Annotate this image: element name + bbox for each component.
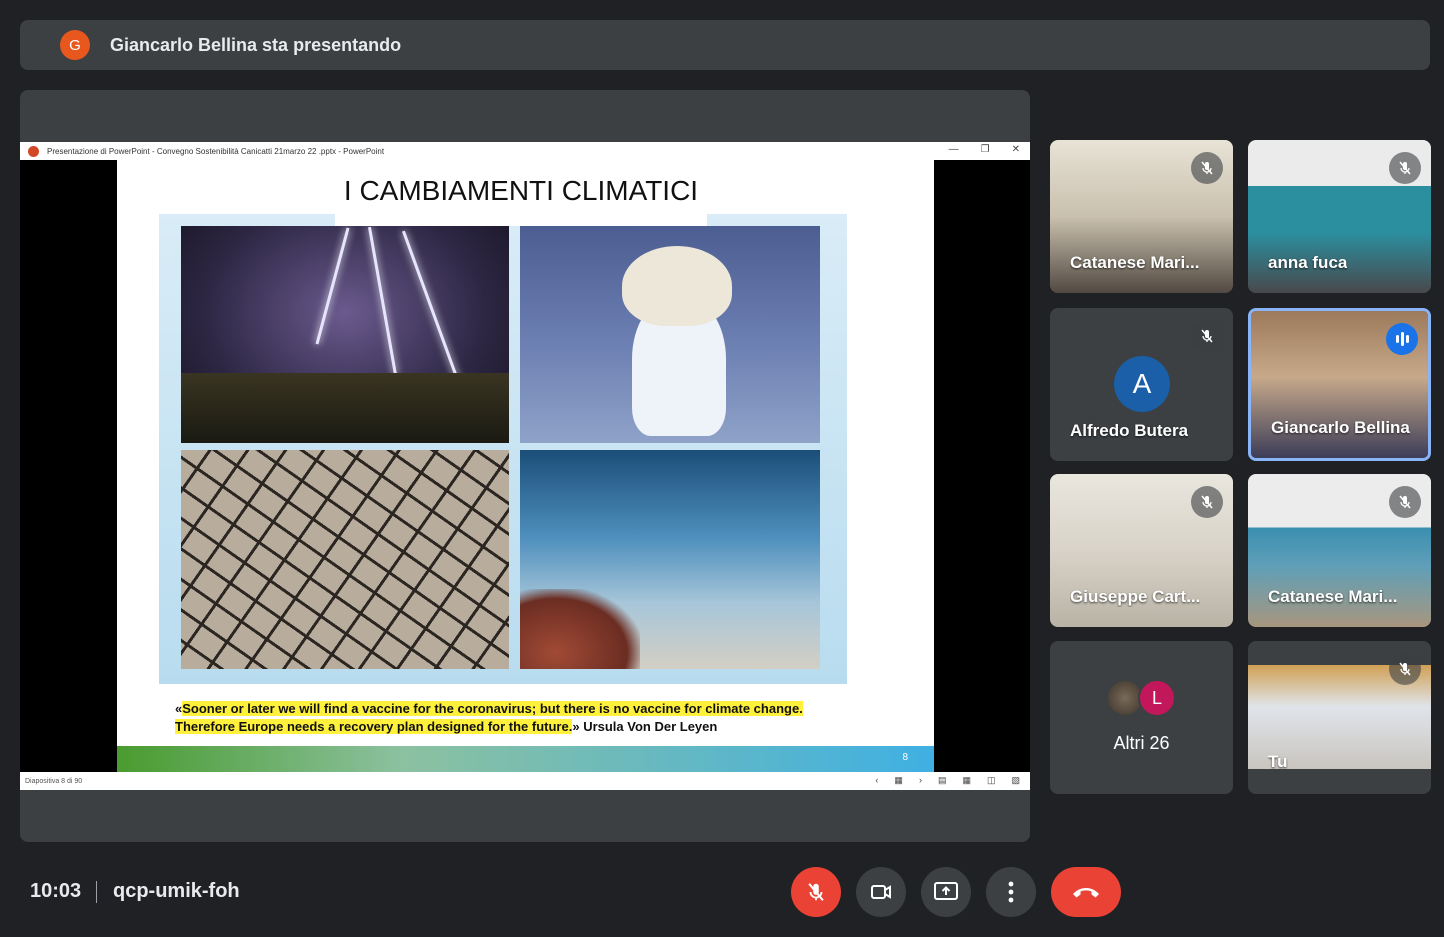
mic-off-icon bbox=[1191, 486, 1223, 518]
participant-tile-speaking[interactable]: Giancarlo Bellina bbox=[1248, 308, 1431, 461]
participant-tile[interactable]: A Alfredo Butera bbox=[1050, 308, 1233, 461]
mic-toggle-button[interactable] bbox=[791, 867, 841, 917]
slide-page-number: 8 bbox=[902, 752, 908, 763]
close-icon: ✕ bbox=[1011, 144, 1020, 155]
prev-slide-icon: ‹ bbox=[875, 775, 879, 785]
slideshow-controls: ‹ ▦ › ▤ ▦ ◫ ▧ bbox=[875, 775, 1020, 786]
slideshow-view-icon: ▧ bbox=[1011, 775, 1020, 785]
speaking-icon bbox=[1386, 323, 1418, 355]
polar-bear-image bbox=[520, 226, 820, 443]
more-vert-icon bbox=[1008, 881, 1014, 903]
mic-off-icon bbox=[1389, 486, 1421, 518]
self-tile[interactable]: Tu bbox=[1248, 641, 1431, 794]
divider bbox=[96, 881, 97, 903]
leave-call-button[interactable] bbox=[1051, 867, 1121, 917]
mic-off-icon bbox=[1191, 152, 1223, 184]
powerpoint-title-bar: Presentazione di PowerPoint - Convegno S… bbox=[20, 142, 1030, 160]
camera-toggle-button[interactable] bbox=[856, 867, 906, 917]
slide-quote: «Sooner or later we will find a vaccine … bbox=[175, 701, 803, 734]
more-options-button[interactable] bbox=[986, 867, 1036, 917]
mic-off-icon bbox=[1389, 152, 1421, 184]
present-icon bbox=[934, 882, 958, 900]
presentation-stage[interactable]: Presentazione di PowerPoint - Convegno S… bbox=[20, 90, 1030, 842]
camera-icon bbox=[871, 885, 891, 899]
minimize-icon: — bbox=[948, 144, 959, 155]
mic-off-icon bbox=[1191, 320, 1223, 352]
presenter-banner: G Giancarlo Bellina sta presentando bbox=[20, 20, 1430, 70]
meeting-time: 10:03 bbox=[30, 880, 82, 902]
participant-name: Catanese Mari... bbox=[1268, 587, 1398, 606]
restore-icon: ❐ bbox=[980, 144, 990, 155]
next-slide-icon: › bbox=[918, 775, 922, 785]
participant-tile[interactable]: Giuseppe Cart... bbox=[1050, 474, 1233, 627]
slide-counter: Diapositiva 8 di 90 bbox=[25, 777, 83, 785]
participant-avatar: A bbox=[1114, 356, 1170, 412]
powerpoint-status-bar: Diapositiva 8 di 90 ‹ ▦ › ▤ ▦ ◫ ▧ bbox=[20, 772, 1030, 790]
slide-list-icon: ▦ bbox=[894, 775, 903, 785]
meeting-code: qcp-umik-foh bbox=[113, 880, 240, 902]
slide-title: I CAMBIAMENTI CLIMATICI bbox=[335, 170, 707, 226]
participant-tile[interactable]: Catanese Mari... bbox=[1050, 140, 1233, 293]
participant-name: Alfredo Butera bbox=[1070, 421, 1189, 440]
normal-view-icon: ▤ bbox=[937, 775, 947, 785]
window-controls: — ❐ ✕ bbox=[949, 144, 1020, 155]
slide-footer-band: 8 bbox=[117, 746, 934, 772]
presenter-avatar: G bbox=[60, 30, 90, 60]
sorter-view-icon: ▦ bbox=[962, 775, 971, 785]
drought-image bbox=[181, 450, 509, 669]
reading-view-icon: ◫ bbox=[986, 775, 996, 785]
slide: I CAMBIAMENTI CLIMATICI «Sooner or later… bbox=[117, 160, 934, 772]
mic-off-icon bbox=[808, 883, 824, 901]
mic-off-icon bbox=[1389, 653, 1421, 685]
participant-tile[interactable]: anna fuca bbox=[1248, 140, 1431, 293]
presenter-text: Giancarlo Bellina sta presentando bbox=[110, 34, 402, 55]
participant-name: Catanese Mari... bbox=[1070, 253, 1200, 272]
participant-tile[interactable]: Catanese Mari... bbox=[1248, 474, 1431, 627]
hang-up-icon bbox=[1073, 888, 1099, 898]
others-tile[interactable]: L Altri 26 bbox=[1050, 641, 1233, 794]
participant-avatar: L bbox=[1138, 679, 1176, 717]
shared-screen: Presentazione di PowerPoint - Convegno S… bbox=[20, 142, 1030, 790]
quote-author: Ursula Von Der Leyen bbox=[583, 719, 718, 734]
participant-name: Giuseppe Cart... bbox=[1070, 587, 1201, 606]
participant-name: Tu bbox=[1268, 752, 1288, 771]
others-avatars: L bbox=[1106, 679, 1176, 717]
others-count: Altri 26 bbox=[1113, 733, 1170, 753]
window-title: Presentazione di PowerPoint - Convegno S… bbox=[47, 146, 385, 156]
coral-reef-image bbox=[520, 450, 820, 669]
participant-name: anna fuca bbox=[1268, 253, 1348, 272]
powerpoint-icon bbox=[28, 145, 39, 157]
participant-name: Giancarlo Bellina bbox=[1271, 418, 1410, 437]
present-screen-button[interactable] bbox=[921, 867, 971, 917]
lightning-image bbox=[181, 226, 509, 443]
